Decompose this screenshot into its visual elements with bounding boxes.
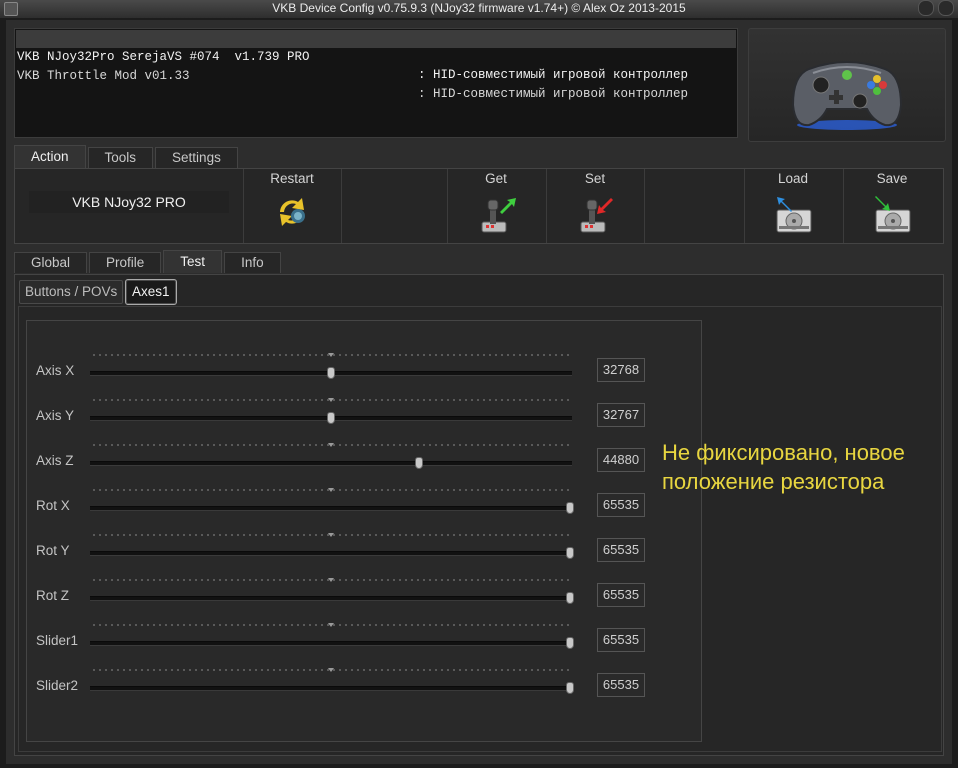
get-label: Get	[485, 171, 507, 186]
axis-slider-knob	[566, 637, 574, 649]
axis-slider-track	[90, 506, 572, 511]
tab-axes1[interactable]: Axes1	[125, 279, 177, 305]
window-title: VKB Device Config v0.75.9.3 (NJoy32 firm…	[272, 1, 686, 15]
axis-label: Slider2	[36, 678, 79, 693]
device-desc: : HID-совместимый игровой контроллер	[418, 87, 689, 101]
axis-slider-track	[90, 596, 572, 601]
device-desc: : HID-совместимый игровой контроллер	[418, 68, 689, 82]
set-label: Set	[584, 171, 606, 186]
device-label: VKB NJoy32 PRO	[29, 191, 229, 213]
tab-profile[interactable]: Profile	[89, 252, 162, 273]
joystick-set-icon	[580, 198, 613, 233]
minimize-button[interactable]	[918, 0, 934, 16]
axis-slider-knob	[566, 592, 574, 604]
axis-value: 65535	[597, 493, 645, 517]
axis-value: 65535	[597, 673, 645, 697]
tab-action[interactable]: Action	[14, 145, 86, 168]
axis-center-mark	[328, 398, 334, 402]
axis-slider-track	[90, 461, 572, 466]
close-button[interactable]	[938, 0, 954, 16]
axis-slider-track	[90, 686, 572, 691]
axis-slider-knob	[566, 502, 574, 514]
axis-slider-track	[90, 641, 572, 646]
axis-slider-knob	[566, 547, 574, 559]
disk-save-icon	[875, 196, 911, 233]
axis-center-mark	[328, 578, 334, 582]
axis-center-mark	[328, 443, 334, 447]
action-panel: VKB NJoy32 PRO Restart Get Set Load Save	[14, 168, 944, 244]
tab-settings[interactable]: Settings	[155, 147, 238, 168]
axis-label: Rot X	[36, 498, 70, 513]
disk-load-icon	[776, 197, 812, 233]
tab-test[interactable]: Test	[163, 250, 223, 273]
get-button[interactable]: Get	[448, 169, 544, 243]
save-button[interactable]: Save	[844, 169, 940, 243]
save-label: Save	[876, 171, 908, 186]
annotation-text: Не фиксировано, новое положение резистор…	[662, 438, 952, 496]
load-label: Load	[777, 171, 809, 186]
axis-center-mark	[328, 488, 334, 492]
restart-button[interactable]: Restart	[244, 169, 340, 243]
axis-slider-knob	[327, 412, 335, 424]
axis-slider-track	[90, 551, 572, 556]
axis-label: Axis Z	[36, 453, 74, 468]
tab-buttons-povs[interactable]: Buttons / POVs	[19, 280, 124, 304]
axis-value: 65535	[597, 538, 645, 562]
tab-tools[interactable]: Tools	[87, 147, 154, 168]
axis-center-mark	[328, 353, 334, 357]
axis-slider-knob	[327, 367, 335, 379]
device-list[interactable]: VKB NJoy32Pro SerejaVS #074 v1.739 PRO :…	[14, 28, 738, 138]
axis-label: Rot Y	[36, 543, 70, 558]
restart-icon	[280, 198, 305, 226]
joystick-get-icon	[481, 198, 516, 233]
tab-global[interactable]: Global	[14, 252, 88, 273]
gamepad-image	[748, 28, 946, 142]
axis-label: Axis Y	[36, 408, 75, 423]
axis-value: 44880	[597, 448, 645, 472]
restart-label: Restart	[270, 171, 314, 186]
axis-value: 32768	[597, 358, 645, 382]
set-button[interactable]: Set	[547, 169, 643, 243]
tab-info[interactable]: Info	[224, 252, 281, 273]
annotation-line-2: положение резистора	[662, 469, 885, 494]
axis-value: 65535	[597, 628, 645, 652]
axis-label: Slider1	[36, 633, 79, 648]
device-row-throttle[interactable]: VKB Throttle Mod v01.33 : HID-совместимы…	[16, 49, 736, 101]
annotation-line-1: Не фиксировано, новое	[662, 440, 905, 465]
axis-slider-knob	[415, 457, 424, 469]
axis-label: Axis X	[36, 363, 75, 378]
axis-label: Rot Z	[36, 588, 70, 603]
title-bar: VKB Device Config v0.75.9.3 (NJoy32 firm…	[0, 0, 958, 18]
load-button[interactable]: Load	[745, 169, 841, 243]
axis-center-mark	[328, 668, 334, 672]
axis-value: 65535	[597, 583, 645, 607]
axis-center-mark	[328, 623, 334, 627]
device-row-njoy32[interactable]: VKB NJoy32Pro SerejaVS #074 v1.739 PRO :…	[16, 30, 736, 82]
axis-center-mark	[328, 533, 334, 537]
device-name: VKB Throttle Mod v01.33	[17, 69, 190, 83]
axis-value: 32767	[597, 403, 645, 427]
axis-slider-knob	[566, 682, 574, 694]
gamepad-icon	[791, 61, 903, 130]
